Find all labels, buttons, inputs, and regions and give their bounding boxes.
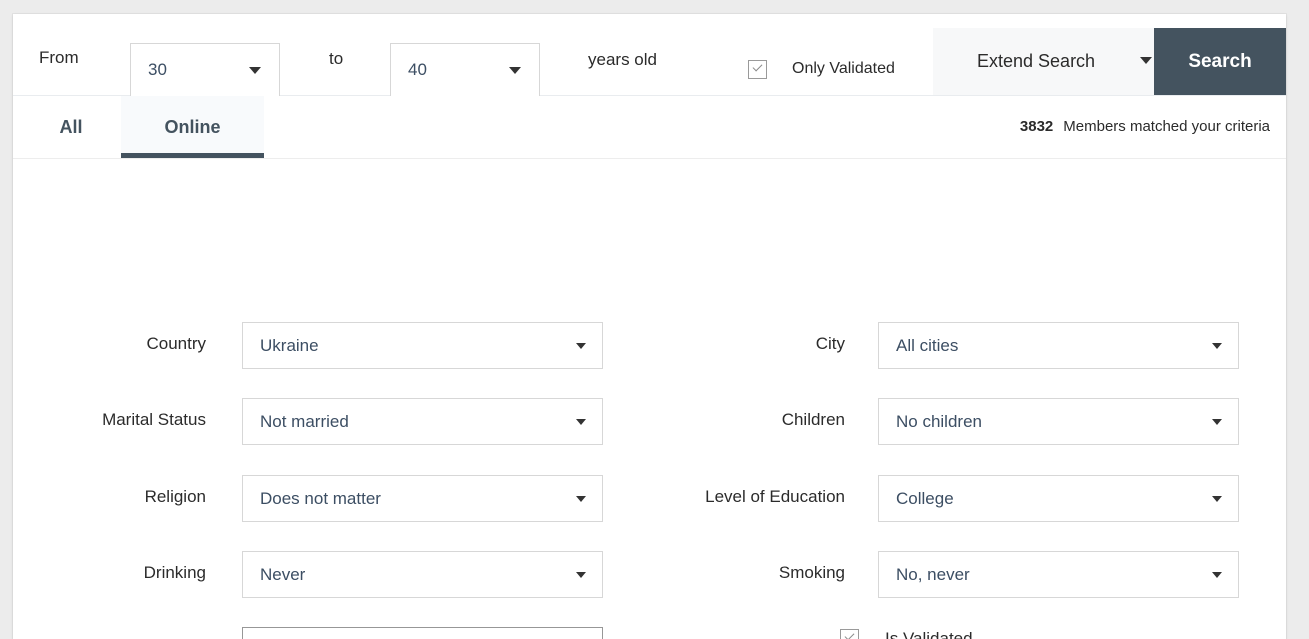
chevron-down-icon [249, 66, 261, 74]
drinking-label: Drinking [143, 563, 206, 582]
religion-value: Does not matter [260, 488, 381, 508]
tab-online-label: Online [164, 116, 221, 137]
to-label: to [329, 49, 344, 68]
children-label: Children [781, 410, 845, 429]
match-count: 3832 Members matched your criteria [1020, 118, 1270, 135]
children-value: No children [896, 411, 982, 431]
chevron-down-icon [1212, 495, 1222, 502]
drinking-select[interactable]: Never [242, 551, 603, 598]
checkbox-checked-icon [748, 60, 767, 79]
page-root: From 30 to 40 years old Only Validated E… [0, 0, 1309, 639]
advanced-search-form: Country Ukraine Marital Status Not marri… [13, 159, 1286, 639]
results-tabs: All Online 3832 Members matched your crit… [13, 96, 1286, 159]
is-validated-checkbox-row[interactable]: Is Validated [840, 629, 973, 639]
marital-status-select[interactable]: Not married [242, 398, 603, 445]
extend-search-dropdown[interactable]: Extend Search [933, 28, 1154, 95]
tab-all-label: All [59, 116, 83, 137]
tab-online[interactable]: Online [121, 96, 264, 158]
chevron-down-icon [509, 66, 521, 74]
country-select[interactable]: Ukraine [242, 322, 603, 369]
religion-label: Religion [144, 487, 206, 506]
tab-all[interactable]: All [21, 96, 121, 158]
chevron-down-icon [1212, 342, 1222, 349]
country-value: Ukraine [260, 335, 319, 355]
level-of-education-select[interactable]: College [878, 475, 1239, 522]
from-label: From [39, 48, 79, 67]
smoking-value: No, never [896, 564, 970, 584]
smoking-select[interactable]: No, never [878, 551, 1239, 598]
country-label: Country [146, 334, 206, 353]
age-to-select-top[interactable]: 40 [390, 43, 540, 97]
member-id-input[interactable] [242, 627, 603, 639]
chevron-down-icon [1140, 57, 1152, 64]
drinking-value: Never [260, 564, 306, 584]
children-select[interactable]: No children [878, 398, 1239, 445]
chevron-down-icon [1212, 418, 1222, 425]
checkbox-checked-icon [840, 629, 859, 639]
marital-status-value: Not married [260, 411, 349, 431]
city-select[interactable]: All cities [878, 322, 1239, 369]
age-from-select-top[interactable]: 30 [130, 43, 280, 97]
only-validated-checkbox[interactable] [748, 60, 767, 79]
quick-search-bar: From 30 to 40 years old Only Validated E… [13, 14, 1286, 97]
match-count-text: Members matched your criteria [1063, 118, 1270, 135]
city-label: City [815, 334, 845, 353]
search-button[interactable]: Search [1154, 28, 1286, 95]
is-validated-label: Is Validated [885, 629, 973, 639]
level-of-education-label: Level of Education [705, 487, 845, 506]
extend-search-label: Extend Search [977, 51, 1096, 71]
years-old-label: years old [588, 50, 657, 69]
chevron-down-icon [1212, 571, 1222, 578]
level-of-education-value: College [896, 488, 954, 508]
age-to-value-top: 40 [408, 60, 427, 79]
marital-status-label: Marital Status [102, 410, 206, 429]
only-validated-label[interactable]: Only Validated [792, 61, 895, 77]
match-count-number: 3832 [1019, 118, 1054, 135]
smoking-label: Smoking [778, 563, 845, 582]
age-from-value-top: 30 [148, 60, 167, 79]
city-value: All cities [896, 335, 959, 355]
religion-select[interactable]: Does not matter [242, 475, 603, 522]
search-panel-card: From 30 to 40 years old Only Validated E… [13, 14, 1286, 639]
